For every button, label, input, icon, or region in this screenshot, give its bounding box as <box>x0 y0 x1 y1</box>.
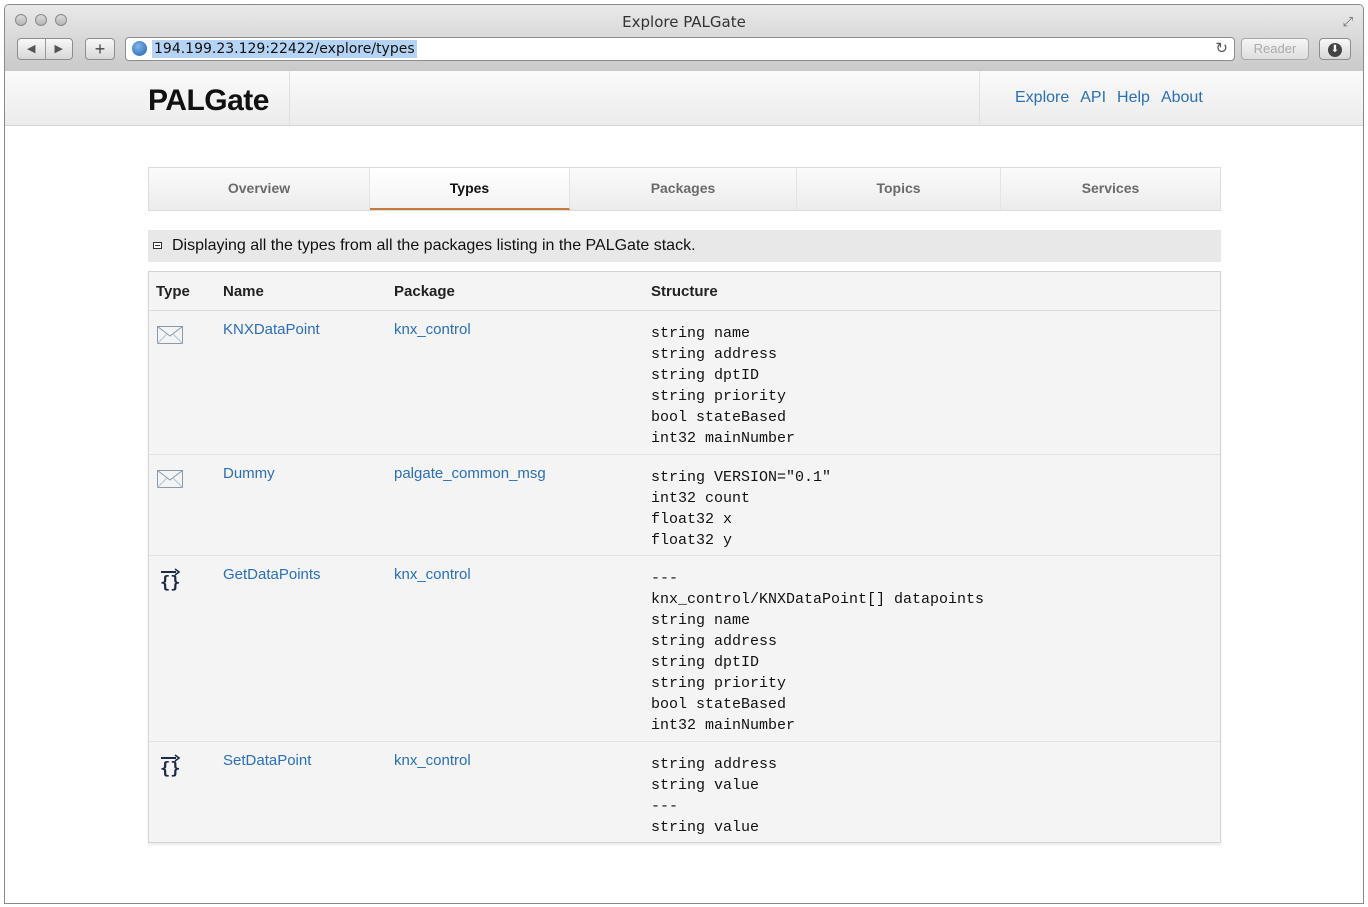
tab-packages[interactable]: Packages <box>570 168 797 210</box>
type-name-link[interactable]: GetDataPoints <box>223 566 321 583</box>
browser-chrome: Explore PALGate ⤢ ◀ ▶ + 194.199.23.129:2… <box>5 5 1363 72</box>
table-row: {} SetDataPoint knx_control string addre… <box>149 742 1220 842</box>
divider <box>289 71 290 125</box>
forward-button[interactable]: ▶ <box>46 39 73 59</box>
browser-window: Explore PALGate ⤢ ◀ ▶ + 194.199.23.129:2… <box>4 4 1364 904</box>
column-header-name: Name <box>223 283 264 300</box>
package-link[interactable]: knx_control <box>394 566 471 583</box>
nav-link-about[interactable]: About <box>1161 89 1203 107</box>
type-name-link[interactable]: KNXDataPoint <box>223 321 320 338</box>
type-structure: string VERSION="0.1" int32 count float32… <box>651 469 832 549</box>
nav-link-help[interactable]: Help <box>1117 89 1150 107</box>
tab-bar: Overview Types Packages Topics Services <box>148 167 1221 211</box>
svg-text:{}: {} <box>160 573 180 592</box>
tab-types[interactable]: Types <box>370 168 570 210</box>
reload-icon[interactable]: ↻ <box>1215 39 1228 57</box>
type-structure: string name string address string dptID … <box>651 325 796 447</box>
globe-icon <box>132 41 147 56</box>
divider <box>979 71 980 125</box>
window-title: Explore PALGate <box>622 13 746 31</box>
address-bar[interactable]: 194.199.23.129:22422/explore/types ↻ <box>125 37 1235 61</box>
tab-overview[interactable]: Overview <box>149 168 370 210</box>
service-icon: {} <box>160 568 180 592</box>
column-header-package: Package <box>394 283 455 300</box>
download-icon: ⬇ <box>1328 43 1342 57</box>
svg-text:{}: {} <box>160 759 180 778</box>
add-bookmark-button[interactable]: + <box>85 38 115 60</box>
brand-logo[interactable]: PALGate <box>148 84 269 118</box>
type-structure: --- knx_control/KNXDataPoint[] datapoint… <box>651 570 985 734</box>
reader-button[interactable]: Reader <box>1241 38 1309 60</box>
nav-link-api[interactable]: API <box>1080 89 1106 107</box>
column-header-type: Type <box>156 283 190 300</box>
types-table: Type Name Package Structure KNXDataPoint… <box>148 271 1221 843</box>
tab-services[interactable]: Services <box>1001 168 1220 210</box>
history-nav: ◀ ▶ <box>17 38 73 60</box>
table-row: KNXDataPoint knx_control string name str… <box>149 311 1220 455</box>
top-nav: Explore API Help About <box>1015 89 1203 107</box>
package-link[interactable]: palgate_common_msg <box>394 465 546 482</box>
back-button[interactable]: ◀ <box>18 39 46 59</box>
url-text[interactable]: 194.199.23.129:22422/explore/types <box>152 40 417 58</box>
info-text: Displaying all the types from all the pa… <box>172 237 696 254</box>
table-row: {} GetDataPoints knx_control --- knx_con… <box>149 556 1220 742</box>
downloads-button[interactable]: ⬇ <box>1319 38 1351 60</box>
type-structure: string address string value --- string v… <box>651 756 778 836</box>
nav-link-explore[interactable]: Explore <box>1015 89 1069 107</box>
envelope-icon <box>157 326 183 344</box>
info-banner: Displaying all the types from all the pa… <box>148 230 1221 262</box>
fullscreen-icon[interactable]: ⤢ <box>1343 14 1353 30</box>
service-icon: {} <box>160 754 180 778</box>
package-link[interactable]: knx_control <box>394 321 471 338</box>
envelope-icon <box>157 470 183 488</box>
table-row: Dummy palgate_common_msg string VERSION=… <box>149 455 1220 556</box>
type-name-link[interactable]: Dummy <box>223 465 275 482</box>
info-icon <box>153 242 162 249</box>
type-name-link[interactable]: SetDataPoint <box>223 752 311 769</box>
column-header-structure: Structure <box>651 283 718 300</box>
package-link[interactable]: knx_control <box>394 752 471 769</box>
table-header: Type Name Package Structure <box>149 272 1220 311</box>
tab-topics[interactable]: Topics <box>797 168 1001 210</box>
site-header: PALGate Explore API Help About <box>5 71 1363 126</box>
